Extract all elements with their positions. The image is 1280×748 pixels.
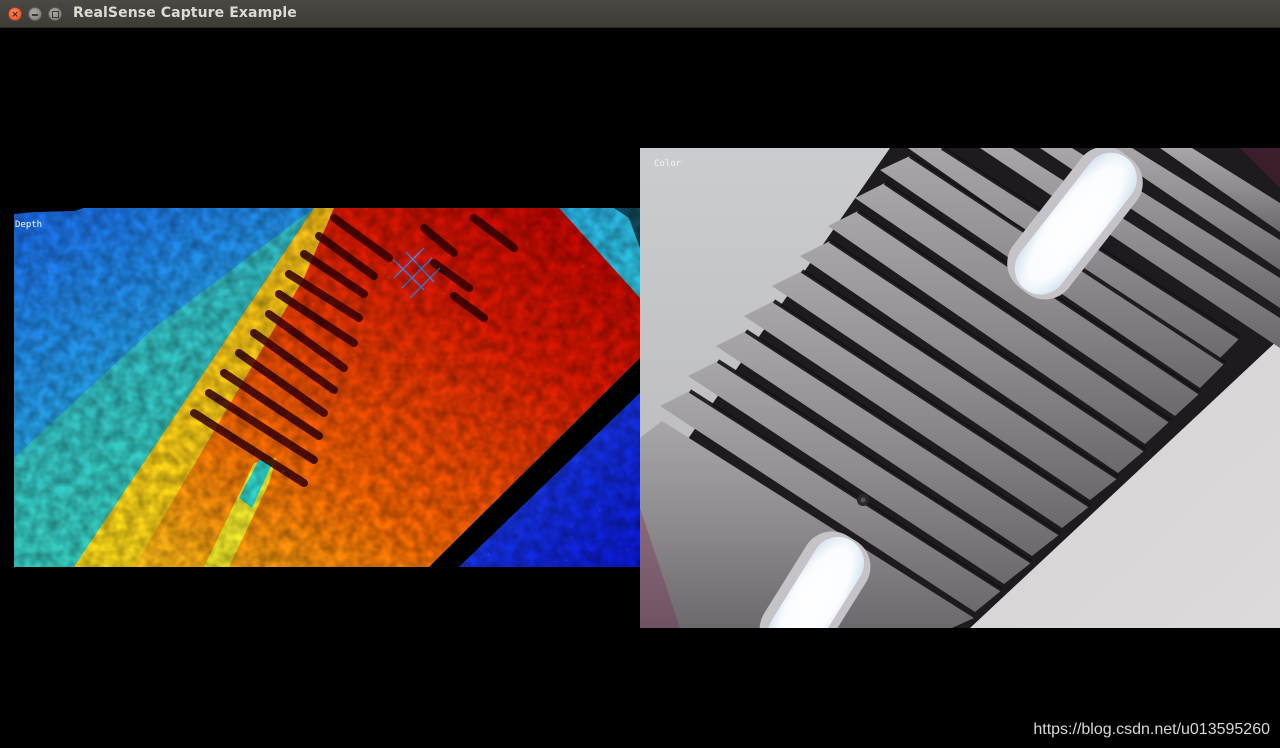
watermark-text: https://blog.csdn.net/u013595260 (1033, 721, 1270, 738)
depth-image (14, 208, 640, 567)
minimize-icon[interactable] (28, 7, 42, 21)
title-bar[interactable]: × RealSense Capture Example (0, 0, 1280, 28)
maximize-icon[interactable] (48, 7, 62, 21)
color-stream-view: Color (640, 148, 1280, 628)
close-icon[interactable]: × (8, 7, 22, 21)
depth-stream-label: Depth (15, 220, 43, 230)
color-stream-label: Color (654, 159, 682, 169)
color-image (640, 148, 1280, 628)
depth-stream-view: Depth (14, 208, 640, 567)
window-title: RealSense Capture Example (73, 5, 297, 21)
app-window: × RealSense Capture Example Depth Color … (0, 0, 1280, 748)
